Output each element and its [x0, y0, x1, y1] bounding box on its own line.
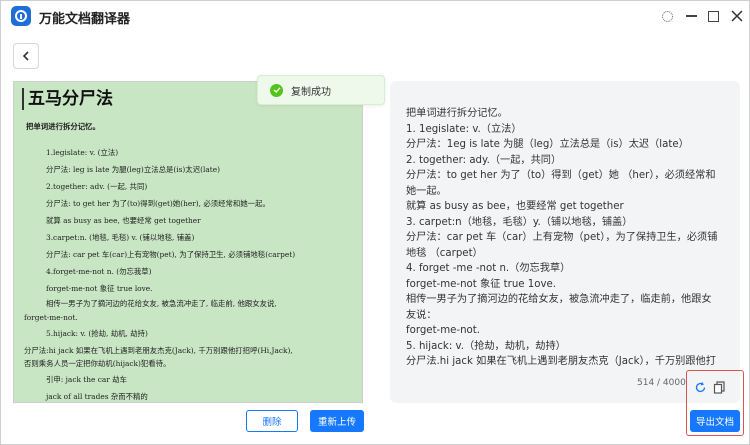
document-line: jack of all trades 杂而不精的	[46, 392, 148, 401]
document-body: 把单词进行拆分记忆。 1.legislate: v. (立法) 分尸法: leg…	[22, 122, 358, 402]
document-line: 引申: jack the car 劫车	[46, 375, 127, 384]
translation-line: 分尸法：to get her 为了（to）得到（get）她 （her），必须经常…	[406, 170, 716, 181]
document-line: 1.legislate: v. (立法)	[46, 148, 119, 157]
chevron-left-icon	[22, 51, 29, 61]
translation-line: 地毯 （carpet）	[406, 247, 483, 259]
translation-line: 分尸法：1eg is late 为腿（leg）立法总是（is）太迟（late）	[406, 139, 689, 150]
maximize-button[interactable]	[704, 7, 722, 25]
reupload-button[interactable]: 重新上传	[310, 410, 364, 432]
close-button[interactable]	[728, 7, 746, 25]
translation-line: 2. together: ady.（一起，共同）	[406, 154, 562, 166]
document-line: 3.carpet:n. (地毯, 毛毯) v. (铺以地毯, 铺盖)	[46, 233, 195, 242]
refresh-icon[interactable]	[694, 379, 707, 393]
app-logo-icon	[11, 6, 31, 26]
document-line: 分尸法: leg is late 为腿(leg)立法总是(is)太迟(late)	[46, 165, 220, 174]
success-toast: 复制成功	[257, 75, 385, 105]
translation-line: 1. 1egislate: v.（立法）	[406, 123, 522, 135]
character-count: 514 / 4000	[637, 378, 686, 388]
document-page: 五马分尸法 把单词进行拆分记忆。 1.legislate: v. (立法) 分尸…	[14, 82, 362, 402]
close-icon	[731, 10, 743, 22]
translation-line: 5. hijack: v.（抢劫，劫机，劫持）	[406, 340, 566, 352]
back-button[interactable]	[13, 43, 39, 69]
translation-line: 分尸法：car pet 车（car）上有宠物（pet），为了保持卫生，必须铺	[406, 232, 718, 243]
translation-line: forget-me-not.	[406, 325, 481, 336]
translation-line: forget-me-not 象征 true 1ove.	[406, 278, 557, 290]
document-line: 4.forget-me-not n. (勿忘我草)	[46, 267, 152, 276]
export-document-button[interactable]: 导出文档	[690, 410, 740, 432]
document-line: 5.hijack: v. (抢劫, 劫机, 劫持)	[46, 329, 148, 338]
document-preview[interactable]: 五马分尸法 把单词进行拆分记忆。 1.legislate: v. (立法) 分尸…	[13, 81, 363, 403]
theme-toggle-icon[interactable]	[658, 7, 676, 25]
document-line: 把单词进行拆分记忆。	[26, 122, 100, 131]
translation-line: 4. forget -me -not n.（勿忘我草）	[406, 263, 571, 274]
translation-line: 3. carpet:n（地毯，毛毯）y.（铺以地毯，铺盖）	[406, 216, 633, 228]
document-line: forget-me-not 象征 true love.	[46, 284, 153, 293]
translation-line: 相传一男子为了摘河边的花给女友，被急流冲走了，临走前，他跟女	[406, 294, 712, 305]
app-title: 万能文档翻译器	[39, 12, 131, 27]
translation-panel[interactable]: 把单词进行拆分记忆。 1. 1egislate: v.（立法） 分尸法：1eg …	[390, 81, 740, 403]
translation-line: 把单词进行拆分记忆。	[406, 108, 508, 119]
title-bar: 万能文档翻译器	[1, 1, 749, 31]
translation-line: 她一起。	[406, 185, 447, 197]
copy-icon[interactable]	[713, 379, 726, 394]
document-line: 分尸法:hi jack 如果在飞机上遇到老朋友杰克(Jack), 千万别跟他打招…	[24, 346, 293, 355]
document-line: 就算 as busy as bee, 也要经常 get together	[46, 216, 201, 225]
document-line: 分尸法: to get her 为了(to)得到(get)她(her), 必须经…	[46, 199, 270, 208]
translation-line: 友说：	[406, 309, 437, 321]
translation-text[interactable]: 把单词进行拆分记忆。 1. 1egislate: v.（立法） 分尸法：1eg …	[406, 106, 732, 376]
document-line: 分尸法: car pet 车(car)上有宠物(pet), 为了保持卫生, 必须…	[46, 250, 296, 259]
toast-message: 复制成功	[291, 86, 331, 98]
delete-button[interactable]: 删除	[246, 410, 298, 432]
document-line: 相传一男子为了摘河边的花给女友, 被急流冲走了, 临走前, 他跟女友说,	[46, 299, 277, 308]
minimize-button[interactable]	[682, 7, 700, 25]
document-line: 否则乘务人员一定把你劫机(hijack)犯看待。	[24, 359, 171, 368]
document-line: forget-me-not.	[24, 313, 78, 322]
document-line: 2.together: adv. (一起, 共同)	[46, 182, 148, 191]
translation-line: 分尸法.hi jack 如果在飞机上遇到老朋友杰克（Jack），千万别跟他打	[406, 356, 716, 367]
app-window: 万能文档翻译器 五马分尸法 把单词进行拆分记忆。 1.legislate: v.…	[0, 0, 750, 445]
check-circle-icon	[270, 83, 283, 97]
translation-line: 就算 as busy as bee，也要经常 get together	[406, 201, 624, 212]
